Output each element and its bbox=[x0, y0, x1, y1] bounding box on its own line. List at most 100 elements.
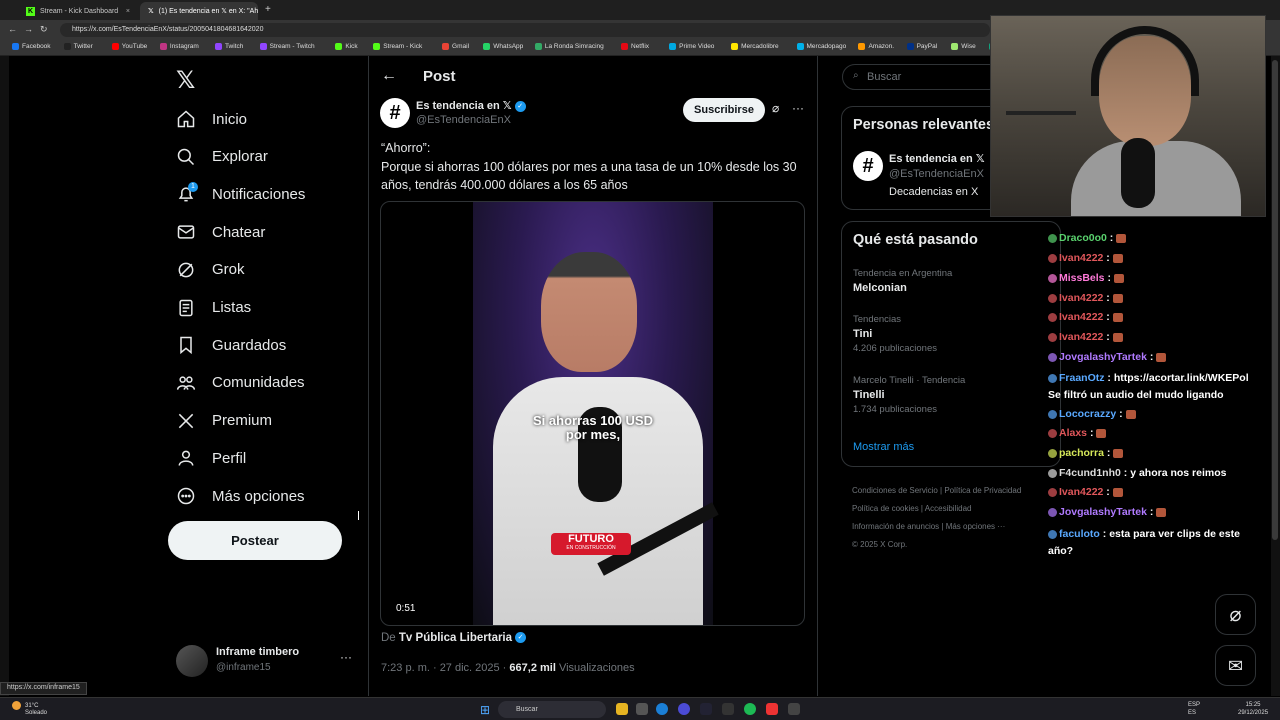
bookmark-item[interactable]: Prime Video bbox=[669, 43, 714, 50]
relevant-avatar[interactable]: # bbox=[853, 151, 883, 181]
more-icon[interactable]: ··· bbox=[340, 650, 352, 664]
bookmark-item[interactable]: Netflix bbox=[621, 43, 649, 50]
sidebar-item-inicio[interactable]: Inicio bbox=[176, 101, 247, 137]
search-box[interactable]: ⌕ bbox=[842, 64, 1002, 90]
chat-message: Ivan4222 : bbox=[1048, 252, 1123, 264]
edge-icon[interactable] bbox=[656, 703, 668, 715]
chat-username[interactable]: Ivan4222 bbox=[1059, 311, 1103, 323]
chat-username[interactable]: faculoto bbox=[1059, 528, 1100, 540]
app-icon[interactable] bbox=[788, 703, 800, 715]
bookmark-item[interactable]: Stream - Kick bbox=[373, 43, 422, 50]
author-avatar[interactable]: # bbox=[380, 98, 410, 128]
file-explorer-icon[interactable] bbox=[616, 703, 628, 715]
reload-icon[interactable]: ↻ bbox=[40, 24, 48, 35]
source-link[interactable]: Tv Pública Libertaria bbox=[399, 632, 512, 644]
chat-username[interactable]: Alaxs bbox=[1059, 427, 1087, 439]
bookmark-label: Wise bbox=[961, 43, 976, 50]
bookmark-favicon-icon bbox=[159, 43, 167, 50]
chat-username[interactable]: Lococrazzy bbox=[1059, 408, 1116, 420]
bookmark-item[interactable]: La Ronda Simracing bbox=[534, 43, 604, 50]
app-icon[interactable] bbox=[722, 703, 734, 715]
bookmark-item[interactable]: Stream - Twitch bbox=[259, 43, 315, 50]
close-icon[interactable]: × bbox=[120, 8, 130, 15]
spotify-icon[interactable] bbox=[744, 703, 756, 715]
video-player[interactable]: Si ahorras 100 USD por mes, FUTURO EN CO… bbox=[380, 201, 805, 626]
search-input[interactable] bbox=[867, 69, 997, 85]
bookmark-item[interactable]: WhatsApp bbox=[483, 43, 523, 50]
trend-item[interactable]: Marcelo Tinelli · Tendencia Tinelli 1.73… bbox=[853, 375, 965, 415]
new-tab-icon[interactable]: + bbox=[265, 4, 271, 15]
chat-username[interactable]: JovgalashyTartek bbox=[1059, 506, 1147, 518]
author-handle[interactable]: @EsTendenciaEnX bbox=[416, 114, 511, 126]
sidebar-item-chatear[interactable]: Chatear bbox=[176, 214, 265, 250]
forward-icon[interactable]: → bbox=[24, 24, 33, 34]
messages-fab-icon[interactable]: ✉ bbox=[1215, 645, 1256, 686]
app-icon[interactable] bbox=[766, 703, 778, 715]
bookmark-item[interactable]: Twitter bbox=[63, 43, 93, 50]
bookmark-favicon-icon bbox=[796, 43, 804, 50]
scrollbar-thumb[interactable] bbox=[1272, 60, 1278, 540]
sidebar-item-premium[interactable]: Premium bbox=[176, 403, 272, 439]
chat-username[interactable]: FraanOtz bbox=[1059, 372, 1105, 384]
windows-start-icon[interactable]: ⊞ bbox=[480, 703, 490, 717]
browser-tab-x[interactable]: 𝕏 (1) Es tendencia en 𝕏 en X: "Ahor × bbox=[140, 2, 258, 20]
language-indicator[interactable]: ESP ES bbox=[1188, 701, 1200, 717]
footer-line[interactable]: Política de cookies | Accesibilidad bbox=[852, 500, 1052, 518]
chat-username[interactable]: pachorra bbox=[1059, 447, 1104, 459]
back-arrow-icon[interactable]: ← bbox=[381, 67, 397, 85]
sidebar-item-perfil[interactable]: Perfil bbox=[176, 440, 246, 476]
sidebar-item-explorar[interactable]: Explorar bbox=[176, 139, 268, 175]
sidebar-item-mas-opciones[interactable]: Más opciones bbox=[176, 478, 305, 514]
post-timestamp[interactable]: 7:23 p. m. · 27 dic. 2025 · bbox=[381, 662, 506, 674]
chat-username[interactable]: Ivan4222 bbox=[1059, 292, 1103, 304]
grok-fab-icon[interactable]: ⌀ bbox=[1215, 594, 1256, 635]
x-logo-icon[interactable]: 𝕏 bbox=[176, 66, 195, 95]
trend-item[interactable]: Tendencia en Argentina Melconian bbox=[853, 268, 952, 294]
chat-username[interactable]: Ivan4222 bbox=[1059, 331, 1103, 343]
subscribe-button[interactable]: Suscribirse bbox=[683, 98, 765, 122]
chat-username[interactable]: Ivan4222 bbox=[1059, 252, 1103, 264]
clock[interactable]: 15:25 29/12/2025 bbox=[1238, 701, 1268, 717]
bookmark-item[interactable]: Mercadopago bbox=[796, 43, 846, 50]
bookmark-item[interactable]: Amazon. bbox=[858, 43, 894, 50]
sidebar-item-listas[interactable]: Listas bbox=[176, 290, 251, 326]
app-icon[interactable] bbox=[678, 703, 690, 715]
steam-icon[interactable] bbox=[700, 703, 712, 715]
sidebar-item-comunidades[interactable]: Comunidades bbox=[176, 365, 305, 401]
footer-line[interactable]: Información de anuncios | Más opciones ·… bbox=[852, 518, 1052, 536]
bookmark-item[interactable]: Wise bbox=[951, 43, 976, 50]
page-title: Post bbox=[423, 68, 456, 85]
more-icon[interactable]: ··· bbox=[792, 101, 804, 115]
bookmark-item[interactable]: Gmail bbox=[442, 43, 469, 50]
grok-icon[interactable]: ⌀ bbox=[772, 101, 779, 115]
url-field[interactable]: https://x.com/EsTendenciaEnX/status/2005… bbox=[60, 23, 990, 37]
sidebar-item-guardados[interactable]: Guardados bbox=[176, 327, 286, 363]
bookmark-item[interactable]: Kick bbox=[335, 43, 358, 50]
show-more-link[interactable]: Mostrar más bbox=[853, 441, 914, 453]
bookmark-item[interactable]: Facebook bbox=[12, 43, 51, 50]
chat-username[interactable]: MissBels bbox=[1059, 272, 1105, 284]
chat-username[interactable]: Ivan4222 bbox=[1059, 486, 1103, 498]
bookmark-item[interactable]: PayPal bbox=[906, 43, 937, 50]
browser-tab-kick[interactable]: K Stream - Kick Dashboard × bbox=[18, 2, 138, 20]
bookmark-item[interactable]: Instagram bbox=[159, 43, 199, 50]
trend-item[interactable]: Tendencias Tini 4.206 publicaciones bbox=[853, 314, 937, 354]
weather-widget[interactable]: 31°C Soleado bbox=[12, 701, 47, 717]
back-icon[interactable]: ← bbox=[8, 24, 17, 34]
bookmark-item[interactable]: Twitch bbox=[214, 43, 243, 50]
footer-line[interactable]: Condiciones de Servicio | Política de Pr… bbox=[852, 482, 1052, 500]
chat-username[interactable]: JovgalashyTartek bbox=[1059, 351, 1147, 363]
relevant-name[interactable]: Es tendencia en 𝕏 bbox=[889, 152, 985, 165]
bookmark-item[interactable]: YouTube bbox=[111, 43, 147, 50]
account-switcher[interactable]: Inframe timbero @inframe15 ··· bbox=[176, 645, 356, 677]
taskbar-search[interactable]: Buscar bbox=[498, 701, 606, 718]
post-button[interactable]: Postear bbox=[168, 521, 342, 560]
sidebar-item-grok[interactable]: Grok bbox=[176, 252, 245, 288]
chat-emote-icon bbox=[1113, 273, 1124, 283]
author-name[interactable]: Es tendencia en 𝕏 ✓ bbox=[416, 99, 526, 112]
more-circle-icon bbox=[177, 487, 195, 505]
chat-username[interactable]: F4cund1nh0 bbox=[1059, 467, 1121, 479]
app-icon[interactable] bbox=[636, 703, 648, 715]
chat-username[interactable]: Draco0o0 bbox=[1059, 232, 1107, 244]
bookmark-item[interactable]: Mercadolibre bbox=[731, 43, 779, 50]
